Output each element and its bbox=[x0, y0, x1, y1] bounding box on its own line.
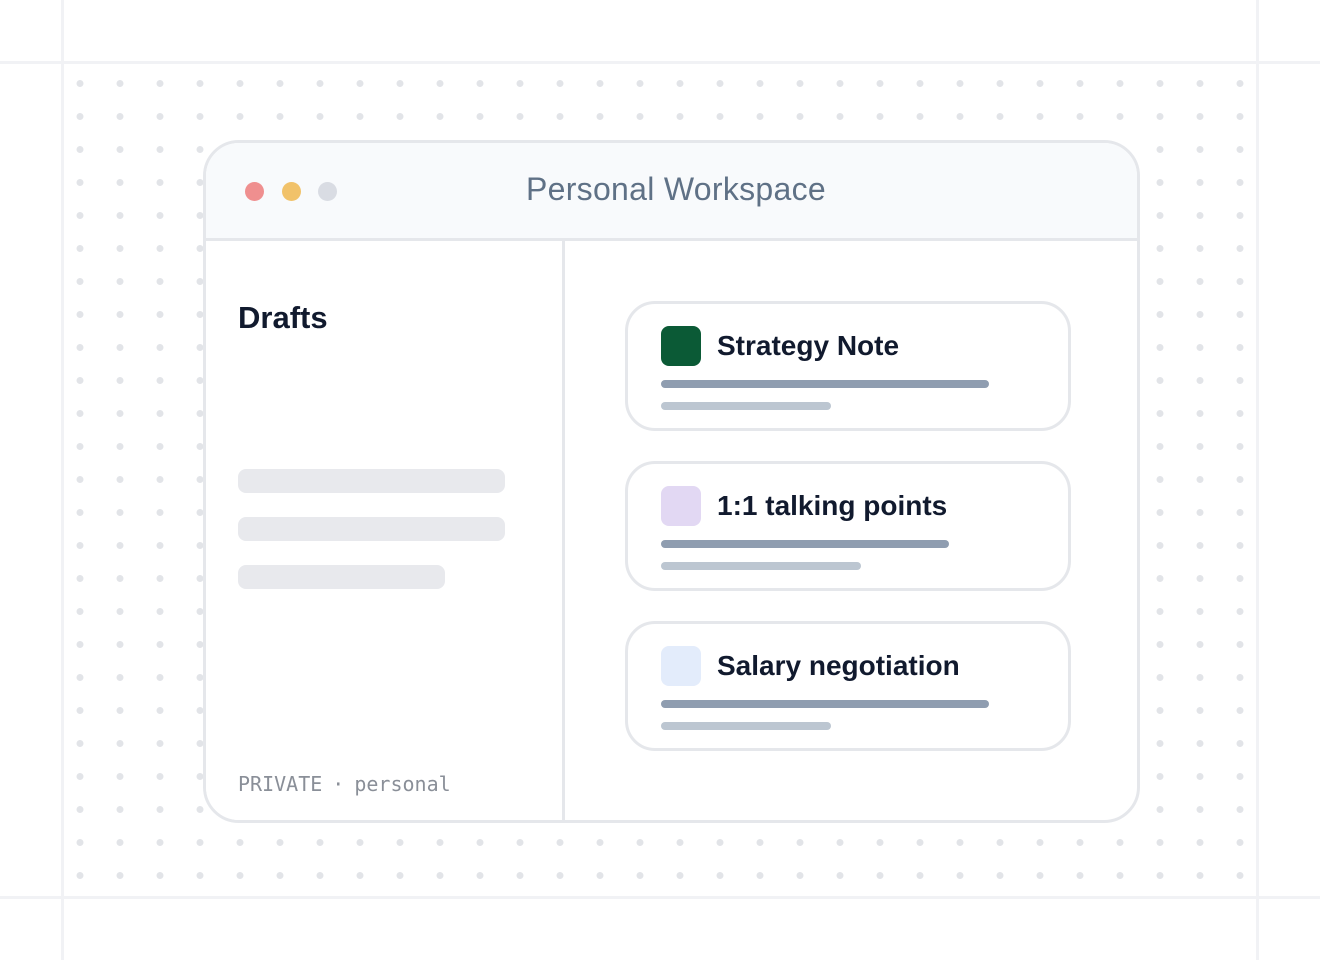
draft-placeholder-item[interactable] bbox=[238, 565, 445, 589]
visibility-value: personal bbox=[354, 772, 451, 796]
page: Personal Workspace Drafts PRIVATE · person… bbox=[0, 0, 1320, 960]
visibility-separator: · bbox=[332, 772, 345, 796]
note-preview-line bbox=[661, 562, 861, 570]
square-icon bbox=[661, 646, 701, 686]
note-card[interactable]: Strategy Note bbox=[625, 301, 1071, 431]
note-card-title: Strategy Note bbox=[717, 330, 900, 361]
draft-placeholder-item[interactable] bbox=[238, 469, 505, 493]
note-card[interactable]: 1:1 talking points bbox=[625, 461, 1071, 591]
note-preview-line bbox=[661, 380, 989, 388]
window-title: Personal Workspace bbox=[525, 171, 827, 207]
note-card-title: 1:1 talking points bbox=[717, 490, 948, 521]
workspace-window: Personal Workspace Drafts PRIVATE · person… bbox=[203, 140, 1140, 823]
note-preview-line bbox=[661, 540, 949, 548]
square-icon bbox=[661, 326, 701, 366]
sidebar-title: Drafts bbox=[238, 300, 328, 335]
workspace-visibility: PRIVATE · personal bbox=[238, 772, 451, 796]
guide-line-bottom bbox=[0, 896, 1320, 899]
draft-placeholder-item[interactable] bbox=[238, 517, 505, 541]
note-card-title: Salary negotiation bbox=[717, 650, 960, 681]
square-icon bbox=[661, 486, 701, 526]
sidebar: Drafts PRIVATE · personal bbox=[206, 241, 565, 820]
visibility-label: PRIVATE bbox=[238, 772, 323, 796]
note-preview-line bbox=[661, 402, 831, 410]
note-preview-line bbox=[661, 700, 989, 708]
window-titlebar: Personal Workspace bbox=[206, 143, 1137, 241]
note-preview-line bbox=[661, 722, 831, 730]
note-card[interactable]: Salary negotiation bbox=[625, 621, 1071, 751]
